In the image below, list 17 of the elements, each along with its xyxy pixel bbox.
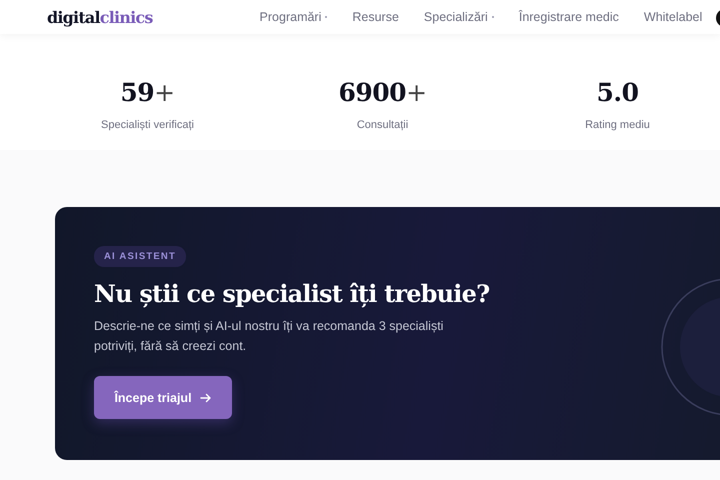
stat-value: 6900+ xyxy=(338,78,427,107)
nav-link[interactable]: Specializări xyxy=(424,10,494,24)
promo-title: Nu știi ce specialist îți trebuie? xyxy=(94,279,490,308)
stat-label: Specialiști verificați xyxy=(101,119,194,131)
promo-text: Descrie-ne ce simți și AI-ul nostru îți va recomanda 3 specialiști potriviți, fără să creezi cont. xyxy=(94,318,444,355)
nav-link[interactable]: Whitelabel xyxy=(644,10,702,24)
nav-link[interactable]: Programări xyxy=(260,10,328,24)
arrow-icon xyxy=(200,392,212,404)
stat-value: 59+ xyxy=(120,78,175,107)
stat-label: Consultații xyxy=(356,119,408,131)
ai-badge: AI ASISTENT xyxy=(94,246,186,267)
stat-label: Rating mediu xyxy=(585,119,650,131)
start-button[interactable]: Începe triajul xyxy=(94,376,232,419)
logo[interactable]: digitalclinics xyxy=(47,8,153,26)
stat-value: 5.0 xyxy=(596,78,638,107)
nav-link[interactable]: Resurse xyxy=(352,10,399,24)
nav-link[interactable]: Înregistrare medic xyxy=(518,10,619,24)
